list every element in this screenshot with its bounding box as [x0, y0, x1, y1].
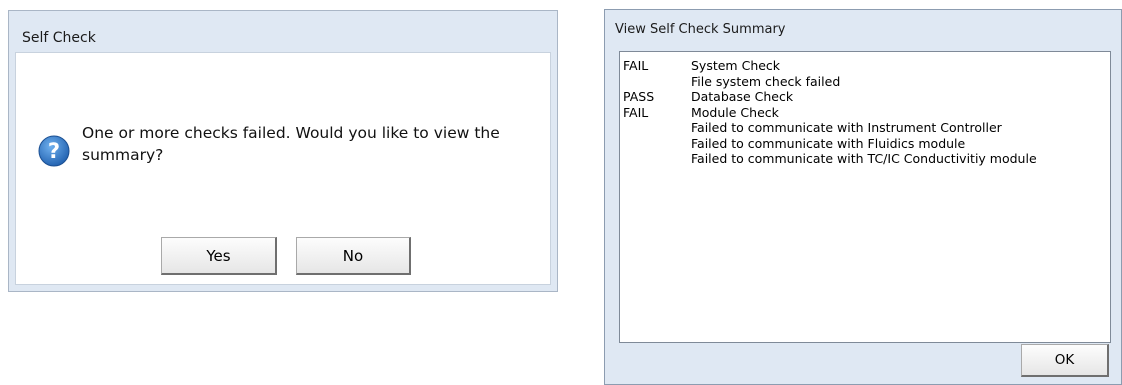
check-text: Failed to communicate with TC/IC Conduct…	[691, 151, 1037, 166]
summary-dialog: View Self Check Summary FAIL System Chec…	[604, 9, 1122, 385]
check-text: Database Check	[691, 89, 794, 104]
dialog-message: One or more checks failed. Would you lik…	[82, 124, 500, 164]
self-check-dialog: Self Check ? One or more checks failed. …	[8, 10, 558, 292]
question-icon: ?	[38, 135, 70, 167]
summary-text-box[interactable]: FAIL System Check File system check fail…	[619, 51, 1111, 343]
dialog-body: ? One or more checks failed. Would you l…	[15, 52, 551, 285]
status-label: FAIL	[623, 104, 649, 120]
check-text: System Check	[691, 58, 781, 73]
check-text: Module Check	[691, 104, 779, 120]
check-text: File system check failed	[691, 73, 841, 89]
check-text: Failed to communicate with Fluidics modu…	[691, 135, 966, 151]
status-label: FAIL	[623, 58, 649, 73]
status-label: PASS	[623, 89, 655, 104]
summary-title: View Self Check Summary	[615, 22, 786, 37]
dialog-title: Self Check	[22, 30, 96, 46]
ok-button[interactable]: OK	[1021, 344, 1109, 377]
check-text: Failed to communicate with Instrument Co…	[691, 120, 1002, 135]
yes-button[interactable]: Yes	[161, 237, 277, 275]
no-button[interactable]: No	[296, 237, 411, 275]
svg-text:?: ?	[48, 139, 60, 163]
